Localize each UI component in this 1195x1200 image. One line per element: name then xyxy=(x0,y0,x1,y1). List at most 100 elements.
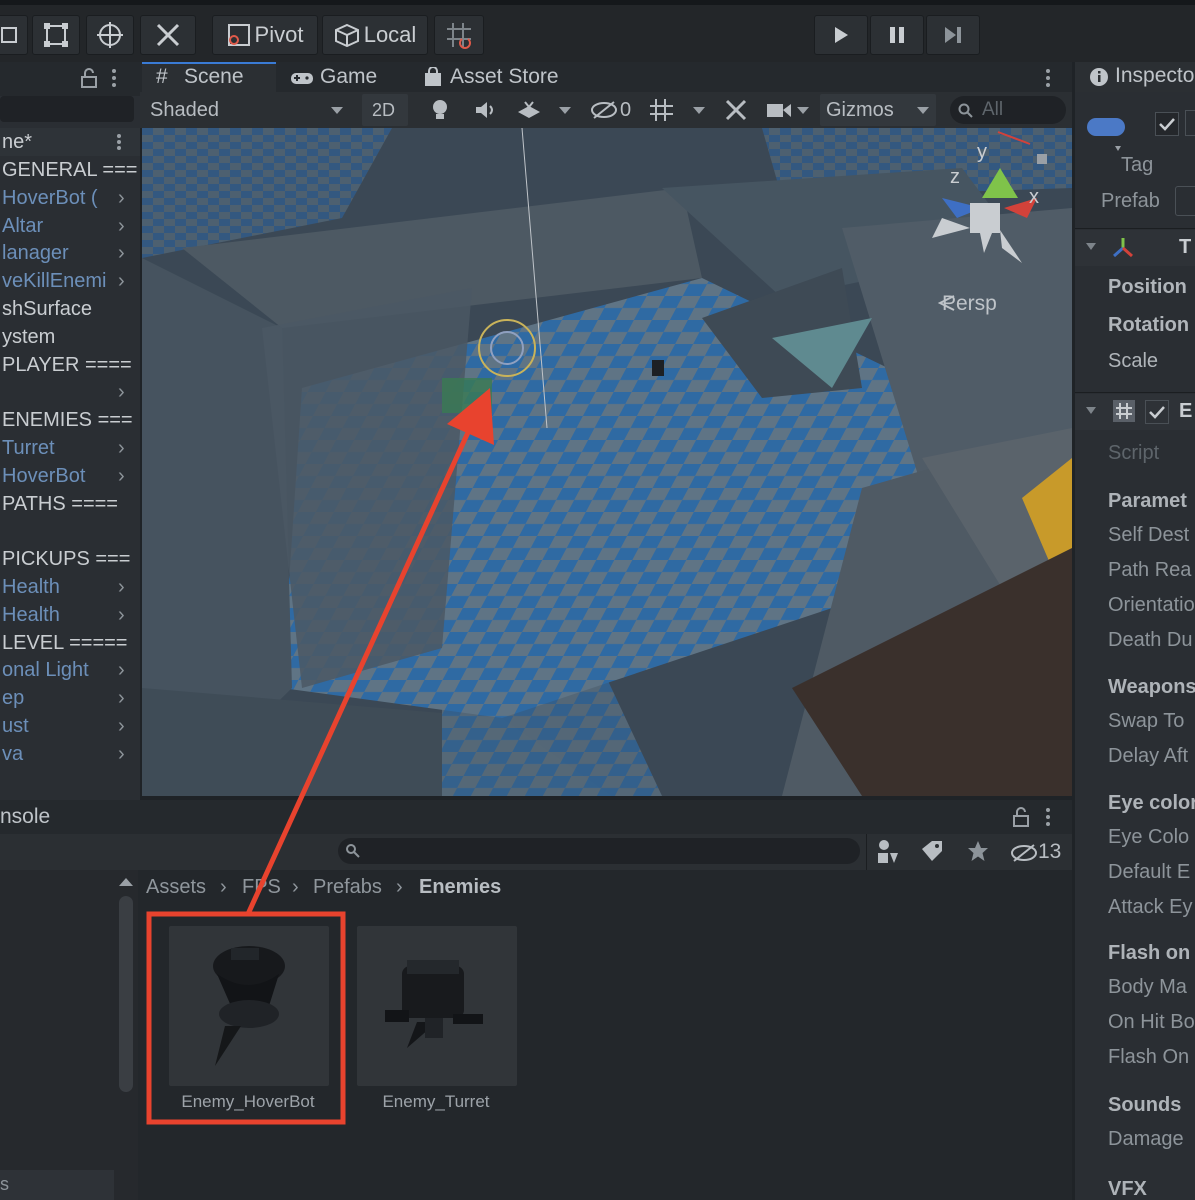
hidden-packages-eye-icon[interactable] xyxy=(1010,843,1038,863)
hierarchy-item[interactable]: ENEMIES === xyxy=(0,406,140,434)
hierarchy-item[interactable]: LEVEL ===== xyxy=(0,629,140,657)
chevron-right-icon[interactable]: › xyxy=(118,712,125,740)
hierarchy-item[interactable]: onal Light › xyxy=(0,656,140,684)
hierarchy-item[interactable]: Health › xyxy=(0,573,140,601)
transform-header[interactable]: T xyxy=(1075,230,1195,266)
filter-by-label-icon[interactable] xyxy=(920,839,944,863)
hierarchy-item[interactable]: shSurface xyxy=(0,295,140,323)
kebab-menu-icon[interactable] xyxy=(110,68,118,88)
project-search-input[interactable] xyxy=(338,838,860,864)
pause-button[interactable] xyxy=(870,15,924,55)
tools-overlay-icon[interactable] xyxy=(724,98,748,122)
inspector-section-header[interactable]: VFX xyxy=(1108,1178,1147,1200)
filter-by-type-icon[interactable] xyxy=(876,839,900,865)
toggle-2d-button[interactable]: 2D xyxy=(362,94,408,126)
chevron-right-icon[interactable]: › xyxy=(118,267,125,295)
hierarchy-item[interactable]: veKillEnemi › xyxy=(0,267,140,295)
inspector-section-header[interactable]: Eye color xyxy=(1108,792,1195,815)
inspector-section-header[interactable]: Sounds xyxy=(1108,1094,1181,1117)
hierarchy-item[interactable]: GENERAL === xyxy=(0,156,140,184)
lock-icon[interactable] xyxy=(80,68,98,88)
hierarchy-item[interactable]: HoverBot › xyxy=(0,462,140,490)
tab-scene[interactable]: # Scene xyxy=(142,62,276,92)
active-checkbox[interactable] xyxy=(1155,112,1179,136)
breadcrumb-current[interactable]: Enemies xyxy=(419,876,501,899)
effects-layers-icon[interactable] xyxy=(516,98,542,122)
chevron-right-icon[interactable]: › xyxy=(118,184,125,212)
hierarchy-item[interactable] xyxy=(0,517,140,545)
grid-toggle-icon[interactable] xyxy=(648,97,676,123)
scene-search-input[interactable]: All xyxy=(950,96,1066,124)
lock-icon[interactable] xyxy=(1012,807,1030,827)
chevron-right-icon[interactable]: › xyxy=(118,656,125,684)
inspector-section-header[interactable]: Flash on xyxy=(1108,942,1190,965)
inspector-tab[interactable]: Inspecto xyxy=(1075,62,1195,92)
chevron-right-icon[interactable]: › xyxy=(118,378,125,406)
chevron-right-icon[interactable]: › xyxy=(118,239,125,267)
hierarchy-item[interactable]: ystem xyxy=(0,323,140,351)
component-enabled-checkbox[interactable] xyxy=(1145,400,1169,424)
custom-tool-button[interactable] xyxy=(140,15,196,55)
favorites-star-icon[interactable] xyxy=(966,839,990,863)
snap-grid-button[interactable] xyxy=(434,15,484,55)
position-label[interactable]: Position xyxy=(1108,276,1187,299)
hierarchy-search-input[interactable] xyxy=(0,96,134,122)
projection-label[interactable]: Persp xyxy=(942,292,997,315)
camera-icon[interactable] xyxy=(766,100,792,120)
hierarchy-item[interactable]: PLAYER ==== xyxy=(0,351,140,379)
tab-asset-store[interactable]: Asset Store xyxy=(422,62,582,92)
hierarchy-item[interactable]: PICKUPS === xyxy=(0,545,140,573)
hierarchy-item[interactable]: lanager › xyxy=(0,239,140,267)
hidden-eye-icon[interactable] xyxy=(590,100,618,120)
chevron-right-icon[interactable]: › xyxy=(118,434,125,462)
asset-tile-turret[interactable] xyxy=(357,926,517,1086)
chevron-right-icon[interactable]: › xyxy=(118,212,125,240)
rect-select-tool-button[interactable] xyxy=(32,15,80,55)
asset-tile-hoverbot[interactable] xyxy=(169,926,329,1086)
kebab-menu-icon[interactable] xyxy=(1044,807,1052,827)
scene-tab-menu-icon[interactable] xyxy=(1044,68,1052,88)
hierarchy-item[interactable]: Health › xyxy=(0,601,140,629)
rotation-label[interactable]: Rotation xyxy=(1108,314,1189,337)
play-button[interactable] xyxy=(814,15,868,55)
chevron-right-icon[interactable]: › xyxy=(118,573,125,601)
chevron-right-icon[interactable]: › xyxy=(118,684,125,712)
hierarchy-item[interactable]: ep › xyxy=(0,684,140,712)
breadcrumb-item[interactable]: FPS xyxy=(242,876,281,899)
rect-tool-button[interactable] xyxy=(0,15,28,55)
step-button[interactable] xyxy=(926,15,980,55)
gizmos-dropdown[interactable]: Gizmos xyxy=(820,94,936,126)
pivot-toggle-button[interactable]: Pivot xyxy=(212,15,318,55)
inspector-section-header[interactable]: Paramet xyxy=(1108,490,1187,513)
scene-viewport[interactable]: y z x Persp xyxy=(142,128,1072,796)
scene-header-row[interactable]: ne* xyxy=(0,128,140,156)
prefab-open-button[interactable] xyxy=(1175,186,1195,216)
hierarchy-item[interactable]: Altar › xyxy=(0,212,140,240)
breadcrumb-item[interactable]: Assets xyxy=(146,876,206,899)
local-toggle-button[interactable]: Local xyxy=(322,15,428,55)
hierarchy-item[interactable]: va › xyxy=(0,740,140,768)
chevron-right-icon[interactable]: › xyxy=(118,740,125,768)
inspector-section-header[interactable]: Weapons xyxy=(1108,676,1195,699)
effects-dropdown-icon[interactable] xyxy=(558,106,572,116)
enemy-component-header[interactable]: E xyxy=(1075,394,1195,430)
static-checkbox[interactable] xyxy=(1185,110,1195,136)
hierarchy-item[interactable]: › xyxy=(0,378,140,406)
chevron-right-icon[interactable]: › xyxy=(118,462,125,490)
chevron-right-icon[interactable]: › xyxy=(118,601,125,629)
shading-mode-dropdown[interactable]: Shaded xyxy=(142,94,354,126)
hierarchy-item[interactable]: Turret › xyxy=(0,434,140,462)
folder-tree-scrollbar[interactable] xyxy=(119,896,133,1092)
hierarchy-item[interactable]: ust › xyxy=(0,712,140,740)
camera-dropdown-icon[interactable] xyxy=(796,106,810,116)
hierarchy-item[interactable]: PATHS ==== xyxy=(0,490,140,518)
hierarchy-item[interactable]: HoverBot (› xyxy=(0,184,140,212)
breadcrumb-item[interactable]: Prefabs xyxy=(313,876,382,899)
lighting-bulb-icon[interactable] xyxy=(430,98,450,122)
scene-menu-icon[interactable] xyxy=(115,133,123,151)
scroll-up-arrow-icon[interactable] xyxy=(118,876,134,888)
tab-game[interactable]: Game xyxy=(288,62,408,92)
transform-tool-button[interactable] xyxy=(86,15,134,55)
tab-console[interactable]: nsole xyxy=(0,805,50,829)
audio-speaker-icon[interactable] xyxy=(474,99,498,121)
